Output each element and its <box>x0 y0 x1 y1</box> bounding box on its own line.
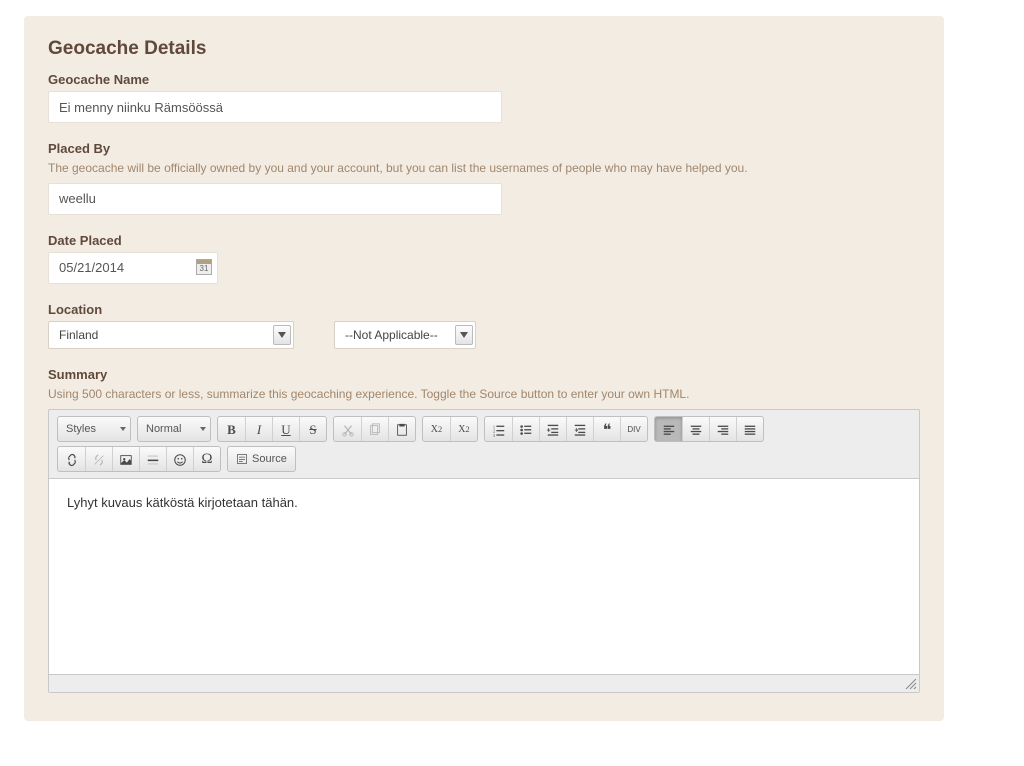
blockquote-button[interactable]: ❝ <box>593 417 620 442</box>
clipboard-group <box>333 416 416 442</box>
text-style-group: B I U S <box>217 416 327 442</box>
insert-group: Ω <box>57 446 221 472</box>
geocache-details-panel: Geocache Details Geocache Name Placed By… <box>24 16 944 721</box>
unlink-button[interactable] <box>85 447 112 472</box>
script-group: X2 X2 <box>422 416 478 442</box>
smiley-button[interactable] <box>166 447 193 472</box>
bold-button[interactable]: B <box>218 417 245 442</box>
svg-text:3: 3 <box>492 433 495 437</box>
date-placed-input[interactable] <box>48 252 218 284</box>
field-summary: Summary Using 500 characters or less, su… <box>48 367 920 403</box>
field-placed-by: Placed By The geocache will be officiall… <box>48 141 920 215</box>
special-char-button[interactable]: Ω <box>193 447 220 472</box>
field-location: Location Finland --Not Applicable-- <box>48 302 920 349</box>
align-left-button[interactable] <box>655 417 682 442</box>
country-select-value: Finland <box>49 328 128 342</box>
field-geocache-name: Geocache Name <box>48 72 920 123</box>
help-summary: Using 500 characters or less, summarize … <box>48 386 920 403</box>
region-select-value: --Not Applicable-- <box>335 328 468 342</box>
div-button[interactable]: DIV <box>620 417 647 442</box>
summary-text: Lyhyt kuvaus kätköstä kirjotetaan tähän. <box>67 495 901 510</box>
styles-dropdown[interactable]: Styles <box>57 416 131 442</box>
paste-button[interactable] <box>388 417 415 442</box>
calendar-icon[interactable]: 31 <box>196 259 212 275</box>
outdent-button[interactable] <box>539 417 566 442</box>
underline-button[interactable]: U <box>272 417 299 442</box>
format-dropdown[interactable]: Normal <box>137 416 211 442</box>
resize-grip-icon[interactable] <box>905 678 917 690</box>
summary-editor-content[interactable]: Lyhyt kuvaus kätköstä kirjotetaan tähän. <box>49 479 919 674</box>
indent-button[interactable] <box>566 417 593 442</box>
country-select[interactable]: Finland <box>48 321 294 349</box>
align-center-button[interactable] <box>682 417 709 442</box>
align-right-button[interactable] <box>709 417 736 442</box>
field-date-placed: Date Placed 31 <box>48 233 920 284</box>
label-geocache-name: Geocache Name <box>48 72 920 87</box>
copy-button[interactable] <box>361 417 388 442</box>
region-select[interactable]: --Not Applicable-- <box>334 321 476 349</box>
editor-footer <box>49 674 919 692</box>
superscript-button[interactable]: X2 <box>450 417 477 442</box>
align-group <box>654 416 764 442</box>
cut-button[interactable] <box>334 417 361 442</box>
geocache-name-input[interactable] <box>48 91 502 123</box>
bullet-list-button[interactable] <box>512 417 539 442</box>
chevron-down-icon <box>273 325 291 345</box>
chevron-down-icon <box>455 325 473 345</box>
page-title: Geocache Details <box>48 38 920 60</box>
label-summary: Summary <box>48 367 920 382</box>
numbered-list-button[interactable]: 123 <box>485 417 512 442</box>
align-justify-button[interactable] <box>736 417 763 442</box>
italic-button[interactable]: I <box>245 417 272 442</box>
placed-by-input[interactable] <box>48 183 502 215</box>
help-placed-by: The geocache will be officially owned by… <box>48 160 920 177</box>
source-button[interactable]: Source <box>227 446 296 472</box>
label-location: Location <box>48 302 920 317</box>
list-indent-group: 123 ❝ DIV <box>484 416 648 442</box>
image-button[interactable] <box>112 447 139 472</box>
label-date-placed: Date Placed <box>48 233 920 248</box>
link-button[interactable] <box>58 447 85 472</box>
label-placed-by: Placed By <box>48 141 920 156</box>
summary-editor: Styles Normal B I U S X2 X2 123 <box>48 409 920 693</box>
strike-button[interactable]: S <box>299 417 326 442</box>
subscript-button[interactable]: X2 <box>423 417 450 442</box>
hr-button[interactable] <box>139 447 166 472</box>
